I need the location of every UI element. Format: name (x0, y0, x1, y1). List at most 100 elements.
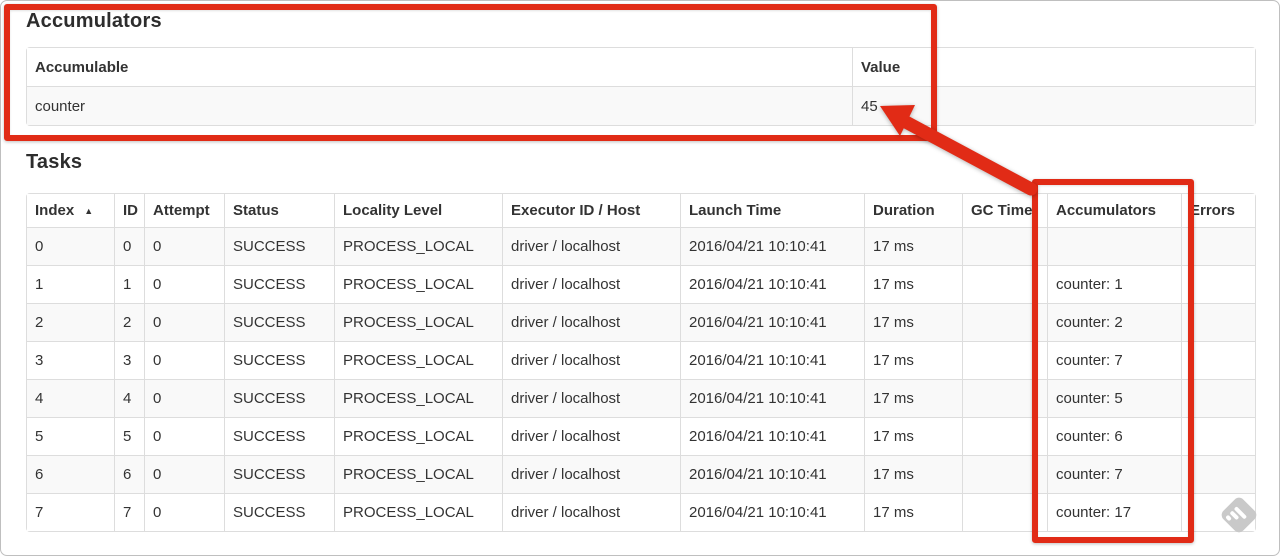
spark-ui-accumulators-page: Accumulators Accumulable Value counter 4… (0, 0, 1280, 556)
cell-gc-time (962, 455, 1047, 493)
cell-locality-level: PROCESS_LOCAL (334, 265, 502, 303)
cell-launch-time: 2016/04/21 10:10:41 (680, 417, 864, 455)
tasks-header-row: Index ▲ ID Attempt Status Locality Level … (27, 194, 1255, 227)
col-header-value: Value (852, 48, 1255, 86)
col-header-launch-time[interactable]: Launch Time (680, 194, 864, 227)
cell-errors (1181, 455, 1255, 493)
cell-errors (1181, 493, 1255, 531)
col-header-gc-time[interactable]: GC Time (962, 194, 1047, 227)
cell-errors (1181, 265, 1255, 303)
accumulator-row: counter 45 (27, 86, 1255, 125)
col-header-executor-id-host[interactable]: Executor ID / Host (502, 194, 680, 227)
cell-attempt: 0 (144, 455, 224, 493)
col-header-errors[interactable]: Errors (1181, 194, 1255, 227)
cell-id: 6 (114, 455, 144, 493)
col-header-locality-level[interactable]: Locality Level (334, 194, 502, 227)
task-row: 7 7 0 SUCCESS PROCESS_LOCAL driver / localhos… (27, 493, 1255, 531)
cell-locality-level: PROCESS_LOCAL (334, 455, 502, 493)
cell-attempt: 0 (144, 493, 224, 531)
cell-locality-level: PROCESS_LOCAL (334, 341, 502, 379)
cell-accumulators: counter: 5 (1047, 379, 1181, 417)
col-header-id[interactable]: ID (114, 194, 144, 227)
cell-locality-level: PROCESS_LOCAL (334, 227, 502, 265)
cell-executor-id-host: driver / localhost (502, 379, 680, 417)
cell-gc-time (962, 227, 1047, 265)
col-header-index[interactable]: Index ▲ (27, 194, 114, 227)
cell-errors (1181, 341, 1255, 379)
cell-executor-id-host: driver / localhost (502, 417, 680, 455)
cell-launch-time: 2016/04/21 10:10:41 (680, 227, 864, 265)
col-header-duration[interactable]: Duration (864, 194, 962, 227)
cell-executor-id-host: driver / localhost (502, 265, 680, 303)
task-row: 2 2 0 SUCCESS PROCESS_LOCAL driver / localhos… (27, 303, 1255, 341)
accumulators-header-row: Accumulable Value (27, 48, 1255, 86)
task-row: 1 1 0 SUCCESS PROCESS_LOCAL driver / localhos… (27, 265, 1255, 303)
cell-id: 4 (114, 379, 144, 417)
task-row: 4 4 0 SUCCESS PROCESS_LOCAL driver / localhos… (27, 379, 1255, 417)
cell-accumulators: counter: 6 (1047, 417, 1181, 455)
cell-index: 7 (27, 493, 114, 531)
cell-launch-time: 2016/04/21 10:10:41 (680, 455, 864, 493)
cell-gc-time (962, 493, 1047, 531)
cell-attempt: 0 (144, 417, 224, 455)
cell-status: SUCCESS (224, 341, 334, 379)
cell-attempt: 0 (144, 341, 224, 379)
tasks-section-title: Tasks (26, 151, 83, 173)
cell-id: 5 (114, 417, 144, 455)
cell-locality-level: PROCESS_LOCAL (334, 493, 502, 531)
cell-attempt: 0 (144, 227, 224, 265)
cell-status: SUCCESS (224, 455, 334, 493)
cell-duration: 17 ms (864, 493, 962, 531)
cell-duration: 17 ms (864, 227, 962, 265)
cell-duration: 17 ms (864, 303, 962, 341)
col-header-status[interactable]: Status (224, 194, 334, 227)
cell-gc-time (962, 265, 1047, 303)
cell-accumulable-value: 45 (852, 86, 1255, 125)
cell-locality-level: PROCESS_LOCAL (334, 379, 502, 417)
task-row: 3 3 0 SUCCESS PROCESS_LOCAL driver / localhos… (27, 341, 1255, 379)
cell-status: SUCCESS (224, 379, 334, 417)
col-header-accumulable: Accumulable (27, 48, 852, 86)
cell-executor-id-host: driver / localhost (502, 455, 680, 493)
cell-launch-time: 2016/04/21 10:10:41 (680, 493, 864, 531)
cell-accumulators: counter: 17 (1047, 493, 1181, 531)
col-header-attempt[interactable]: Attempt (144, 194, 224, 227)
cell-accumulable-name: counter (27, 86, 852, 125)
cell-status: SUCCESS (224, 265, 334, 303)
cell-gc-time (962, 417, 1047, 455)
cell-errors (1181, 379, 1255, 417)
cell-accumulators: counter: 1 (1047, 265, 1181, 303)
cell-status: SUCCESS (224, 303, 334, 341)
col-header-index-label: Index (35, 202, 75, 219)
cell-index: 0 (27, 227, 114, 265)
cell-launch-time: 2016/04/21 10:10:41 (680, 341, 864, 379)
task-row: 5 5 0 SUCCESS PROCESS_LOCAL driver / localhos… (27, 417, 1255, 455)
cell-index: 1 (27, 265, 114, 303)
cell-duration: 17 ms (864, 341, 962, 379)
task-row: 0 0 0 SUCCESS PROCESS_LOCAL driver / localhos… (27, 227, 1255, 265)
cell-attempt: 0 (144, 265, 224, 303)
cell-launch-time: 2016/04/21 10:10:41 (680, 379, 864, 417)
cell-duration: 17 ms (864, 379, 962, 417)
cell-errors (1181, 227, 1255, 265)
cell-duration: 17 ms (864, 455, 962, 493)
cell-id: 7 (114, 493, 144, 531)
cell-errors (1181, 417, 1255, 455)
cell-index: 2 (27, 303, 114, 341)
cell-index: 6 (27, 455, 114, 493)
cell-status: SUCCESS (224, 227, 334, 265)
cell-accumulators: counter: 7 (1047, 341, 1181, 379)
cell-launch-time: 2016/04/21 10:10:41 (680, 303, 864, 341)
cell-gc-time (962, 303, 1047, 341)
cell-id: 2 (114, 303, 144, 341)
cell-executor-id-host: driver / localhost (502, 493, 680, 531)
cell-errors (1181, 303, 1255, 341)
cell-gc-time (962, 379, 1047, 417)
cell-gc-time (962, 341, 1047, 379)
cell-locality-level: PROCESS_LOCAL (334, 417, 502, 455)
cell-executor-id-host: driver / localhost (502, 303, 680, 341)
cell-id: 1 (114, 265, 144, 303)
col-header-accumulators[interactable]: Accumulators (1047, 194, 1181, 227)
sort-ascending-icon: ▲ (84, 206, 94, 216)
task-row: 6 6 0 SUCCESS PROCESS_LOCAL driver / localhos… (27, 455, 1255, 493)
